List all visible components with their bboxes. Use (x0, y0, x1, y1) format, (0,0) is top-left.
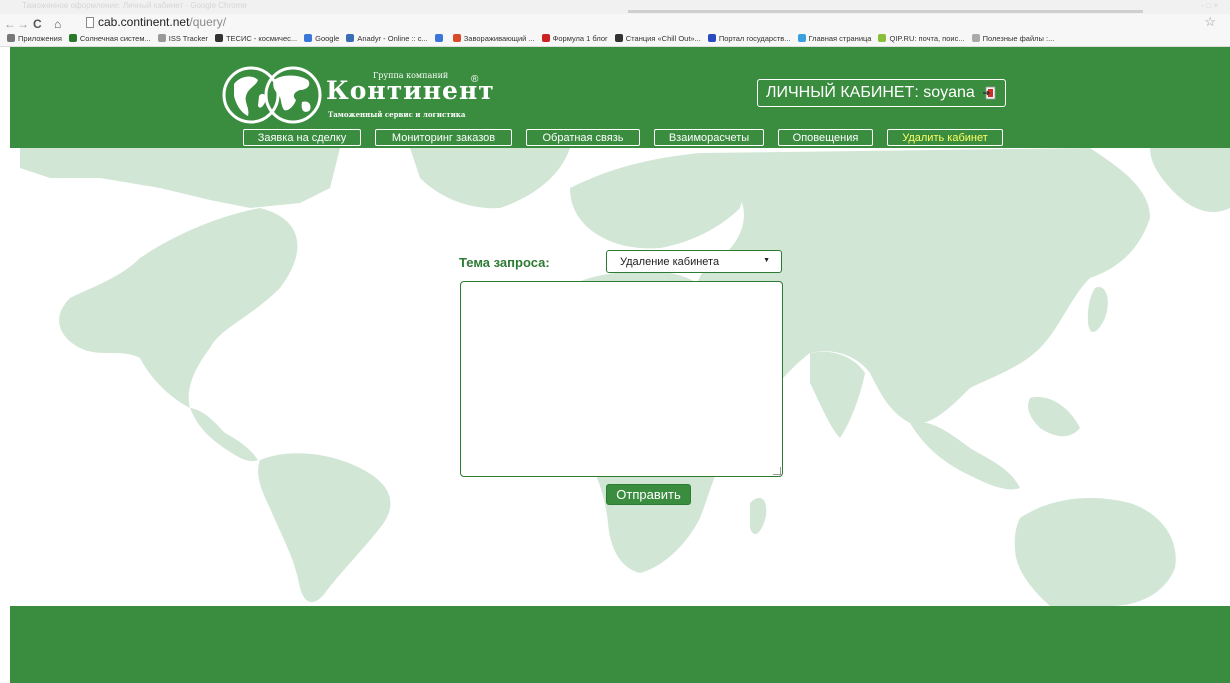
bookmark-item[interactable]: Anadyr - Online :: c... (346, 33, 428, 43)
bookmark-label: ISS Tracker (168, 33, 208, 43)
globe-logo-icon (222, 66, 322, 124)
home-icon[interactable]: ⌂ (54, 17, 61, 31)
topic-label: Тема запроса: (459, 255, 550, 270)
window-controls[interactable]: - □ × (1201, 1, 1218, 10)
logo-name[interactable]: Континент (326, 76, 495, 105)
google-icon (434, 34, 443, 42)
satellite-icon (157, 34, 166, 42)
bookmark-item[interactable]: Завораживающий ... (452, 33, 535, 43)
game-icon (346, 34, 355, 42)
bookmark-item[interactable]: Станция «Chill Out»... (614, 33, 701, 43)
media-icon (452, 34, 461, 42)
bookmark-label: QIP.RU: почта, поис... (889, 33, 965, 43)
bookmark-label: Приложения (18, 33, 62, 43)
flag-icon (707, 34, 716, 42)
qip-icon (878, 34, 887, 42)
bookmark-item[interactable]: Портал государств... (707, 33, 791, 43)
portal-icon (797, 34, 806, 42)
bookmark-label: Портал государств... (718, 33, 791, 43)
apps-grid-icon (7, 34, 15, 42)
url-path: /query/ (189, 15, 227, 29)
url-host: cab.continent.net (98, 15, 190, 29)
bookmark-label: Завораживающий ... (463, 33, 535, 43)
bookmark-label: Полезные файлы :... (982, 33, 1055, 43)
bookmarks-bar: Приложения Солнечная систем... ISS Tracker… (0, 30, 1230, 46)
site-footer (10, 606, 1230, 683)
address-bar[interactable]: cab.continent.net/query/ (98, 15, 226, 29)
tab-strip (628, 10, 1143, 13)
bookmark-label: Станция «Chill Out»... (625, 33, 701, 43)
bookmark-item[interactable]: Главная страница (797, 33, 872, 43)
bookmark-item[interactable]: Приложения (7, 34, 62, 43)
bookmark-label: Формула 1 блог (552, 33, 608, 43)
page-icon (971, 34, 980, 42)
logo-registered-mark: ® (471, 74, 479, 85)
logo-subtitle: Таможенный сервис и логистика (328, 110, 466, 119)
bookmark-label: Anadyr - Online :: c... (357, 33, 428, 43)
topic-selected-value: Удаление кабинета (620, 255, 720, 268)
bookmark-item[interactable]: Формула 1 блог (541, 33, 608, 43)
cabinet-label: ЛИЧНЫЙ КАБИНЕТ: soyana (766, 84, 975, 101)
sun-site-icon (68, 34, 77, 42)
bookmark-item[interactable]: Полезные файлы :... (971, 33, 1055, 43)
bookmark-item[interactable]: ISS Tracker (157, 33, 208, 43)
menu-button[interactable]: Оповещения (778, 129, 873, 146)
bookmark-item[interactable]: Солнечная систем... (68, 33, 151, 43)
menu-button[interactable]: Обратная связь (526, 129, 640, 146)
send-button[interactable]: Отправить (606, 484, 691, 505)
bookmark-label: Google (315, 33, 340, 43)
bookmark-label: ТЕСИС - космичес... (225, 33, 298, 43)
f1-icon (541, 34, 550, 42)
main-menu: Заявка на сделку Мониторинг заказов Обратн… (243, 129, 1017, 146)
bookmark-star-icon[interactable]: ☆ (1204, 14, 1216, 30)
dropdown-arrow-icon: ▼ (763, 257, 770, 264)
rocket-icon (214, 34, 223, 42)
bookmark-item[interactable]: Google (304, 34, 339, 43)
menu-button[interactable]: Взаиморасчеты (654, 129, 764, 146)
resize-grip-icon[interactable] (773, 467, 781, 475)
bookmark-label: Главная страница (808, 33, 872, 43)
personal-cabinet-box: ЛИЧНЫЙ КАБИНЕТ: soyana (757, 79, 1006, 107)
google-icon (304, 34, 313, 42)
menu-button[interactable]: Удалить кабинет (887, 129, 1003, 146)
menu-button[interactable]: Заявка на сделку (243, 129, 361, 146)
page-icon (86, 17, 94, 28)
menu-button[interactable]: Мониторинг заказов (375, 129, 512, 146)
bookmark-label: Солнечная систем... (79, 33, 151, 43)
logout-icon[interactable] (983, 86, 996, 100)
window-titlebar: Таможенное оформление: Личный кабинет - … (0, 0, 1230, 14)
back-arrow-icon[interactable]: ← (4, 17, 16, 31)
topic-select[interactable]: Удаление кабинета ▼ (606, 250, 782, 273)
forward-arrow-icon[interactable]: → (17, 17, 29, 31)
radio-icon (614, 34, 623, 42)
message-textarea[interactable] (460, 281, 783, 477)
bookmark-item[interactable]: QIP.RU: почта, поис... (878, 33, 965, 43)
bookmark-item[interactable]: ТЕСИС - космичес... (214, 33, 298, 43)
window-title: Таможенное оформление: Личный кабинет - … (22, 1, 247, 10)
bookmark-item[interactable] (434, 34, 446, 42)
reload-icon[interactable]: C (33, 17, 42, 31)
